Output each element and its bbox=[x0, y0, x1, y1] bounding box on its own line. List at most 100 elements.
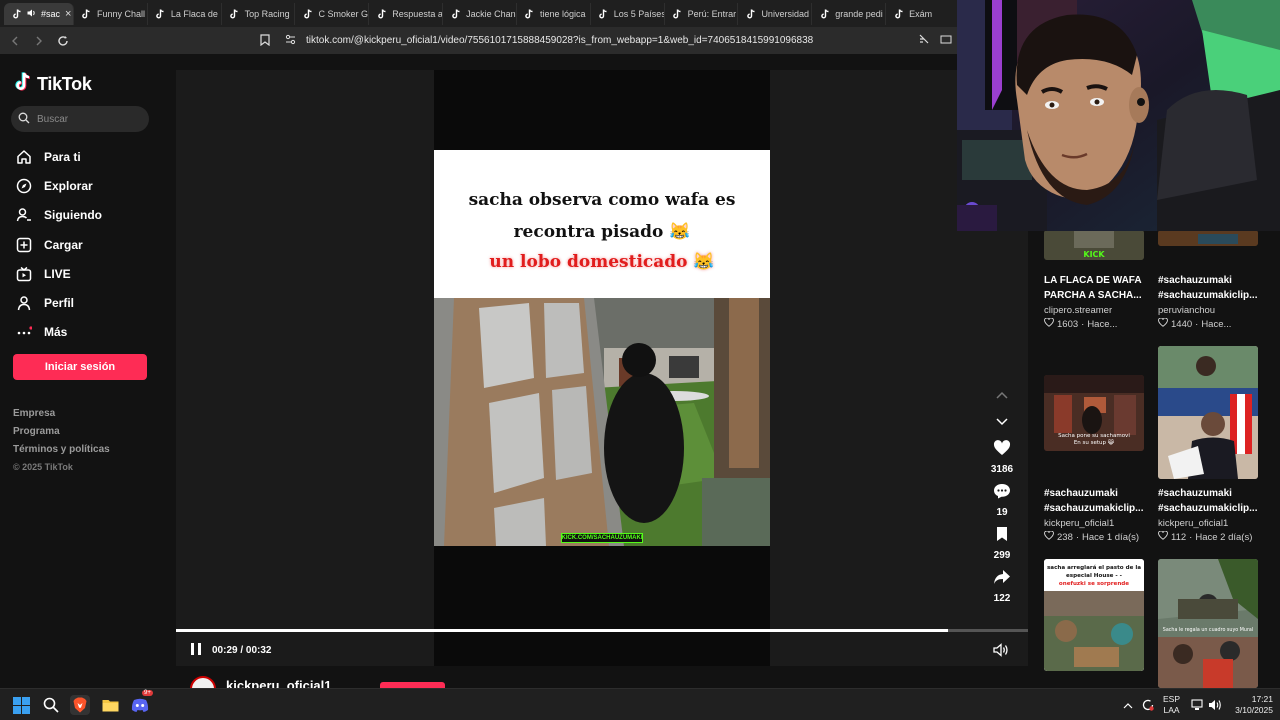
browser-tab[interactable]: grande pedi bbox=[812, 2, 887, 25]
back-icon[interactable] bbox=[8, 34, 22, 48]
sidebar-item-para-ti[interactable]: Para ti bbox=[15, 142, 102, 171]
video-progress-bar[interactable] bbox=[176, 629, 1028, 632]
volume-icon[interactable] bbox=[993, 643, 1009, 662]
browser-tab[interactable]: Top Racing bbox=[222, 2, 296, 25]
taskbar-search-icon[interactable] bbox=[41, 695, 61, 715]
browser-tab[interactable]: Perú: Entrar bbox=[665, 2, 739, 25]
search-input[interactable]: Buscar bbox=[11, 106, 149, 132]
footer-link-terminos[interactable]: Términos y políticas bbox=[13, 444, 110, 462]
close-tab-icon[interactable]: × bbox=[65, 8, 71, 20]
url-text[interactable]: tiktok.com/@kickperu_oficial1/video/7556… bbox=[306, 35, 813, 46]
prev-video-icon[interactable] bbox=[996, 386, 1008, 404]
tiktok-tab-icon bbox=[451, 8, 461, 19]
browser-tab[interactable]: C Smoker G bbox=[295, 2, 370, 25]
like-count: 3186 bbox=[990, 464, 1014, 475]
list-item[interactable]: #sachauzumaki #sachauzumakiclip... peruv… bbox=[1158, 273, 1262, 330]
tiktok-tab-icon bbox=[894, 8, 904, 19]
sidebar-item-explorar[interactable]: Explorar bbox=[15, 171, 102, 200]
tiktok-logo[interactable]: TikTok bbox=[15, 72, 92, 97]
sidebar-footer: Empresa Programa Términos y políticas © … bbox=[13, 408, 110, 480]
address-bar[interactable]: tiktok.com/@kickperu_oficial1/video/7556… bbox=[285, 31, 985, 50]
video-thumbnail[interactable] bbox=[1158, 230, 1258, 246]
tab-label: La Flaca de bbox=[170, 8, 218, 19]
search-placeholder: Buscar bbox=[37, 113, 69, 125]
sidebar-item-label: Perfil bbox=[44, 296, 75, 311]
video-thumbnail[interactable]: Sacha le regala un cuadro suyo Mural bbox=[1158, 559, 1258, 688]
browser-tab[interactable]: Funny Chall bbox=[74, 2, 148, 25]
footer-link-empresa[interactable]: Empresa bbox=[13, 408, 110, 426]
comment-action[interactable]: 19 bbox=[993, 483, 1011, 518]
sidebar-item-live[interactable]: LIVE bbox=[15, 259, 102, 288]
like-action[interactable]: 3186 bbox=[991, 440, 1013, 475]
browser-tab[interactable]: Exám bbox=[886, 2, 960, 25]
card-title-1: #sachauzumaki bbox=[1158, 275, 1232, 286]
browser-tab[interactable]: Respuesta a bbox=[369, 2, 444, 25]
video-thumbnail[interactable]: Sacha pone su sachamovi En su setup 😹 bbox=[1044, 375, 1144, 451]
video-caption-panel: sacha observa como wafa es recontra pisa… bbox=[434, 150, 770, 298]
thumb-caption: Sacha le regala un cuadro suyo Mural bbox=[1163, 627, 1253, 633]
tiktok-tab-icon bbox=[377, 8, 387, 19]
list-item[interactable]: #sachauzumaki #sachauzumakiclip... kickp… bbox=[1158, 486, 1262, 543]
meta-separator: · bbox=[1195, 318, 1199, 330]
card-title-1: #sachauzumaki bbox=[1158, 488, 1232, 499]
speaker-icon[interactable] bbox=[1205, 695, 1225, 715]
brave-browser-icon[interactable] bbox=[70, 695, 90, 715]
sidebar-item-cargar[interactable]: Cargar bbox=[15, 230, 102, 259]
clock[interactable]: 17:21 3/10/2025 bbox=[1227, 694, 1273, 716]
tab-label: Jackie Chan bbox=[466, 8, 516, 19]
file-explorer-icon[interactable] bbox=[100, 695, 120, 715]
browser-tab[interactable]: Los 5 Países bbox=[591, 2, 665, 25]
forward-icon[interactable] bbox=[32, 34, 46, 48]
reader-off-icon[interactable] bbox=[918, 32, 930, 50]
list-item[interactable]: #sachauzumaki #sachauzumakiclip... kickp… bbox=[1044, 486, 1148, 543]
footer-link-programa[interactable]: Programa bbox=[13, 426, 110, 444]
card-title-1: #sachauzumaki bbox=[1044, 488, 1118, 499]
tiktok-tab-icon bbox=[230, 8, 240, 19]
save-count: 299 bbox=[993, 550, 1011, 561]
list-item[interactable]: LA FLACA DE WAFA PARCHA A SACHA... clipe… bbox=[1044, 273, 1148, 330]
site-info-icon[interactable] bbox=[285, 34, 296, 48]
input-language[interactable]: ESP LAA bbox=[1163, 694, 1180, 716]
live-tv-icon bbox=[15, 265, 32, 282]
card-title-2: PARCHA A SACHA... bbox=[1044, 290, 1142, 301]
card-age: Hace 1 día(s) bbox=[1082, 531, 1140, 543]
sidebar-item-mas[interactable]: Más bbox=[15, 318, 102, 347]
save-action[interactable]: 299 bbox=[993, 526, 1011, 561]
bookmark-icon[interactable] bbox=[258, 33, 272, 47]
pause-icon[interactable] bbox=[190, 642, 202, 659]
card-author: kickperu_oficial1 bbox=[1044, 518, 1115, 529]
video-thumbnail[interactable]: sacha arreglará el pasto de la especial … bbox=[1044, 559, 1144, 671]
browser-tab[interactable]: Jackie Chan bbox=[443, 2, 517, 25]
sidebar-item-perfil[interactable]: Perfil bbox=[15, 288, 102, 317]
share-action[interactable]: 122 bbox=[993, 569, 1011, 604]
clock-time: 17:21 bbox=[1251, 694, 1273, 704]
time-display: 00:29 / 00:32 bbox=[212, 645, 272, 656]
upload-plus-icon bbox=[15, 236, 32, 253]
sidebar-item-label: Cargar bbox=[44, 237, 83, 252]
logo-text: TikTok bbox=[37, 74, 92, 94]
clock-date: 3/10/2025 bbox=[1235, 705, 1273, 715]
video-thumbnail[interactable]: KICK bbox=[1044, 230, 1144, 260]
windows-start-icon[interactable] bbox=[11, 695, 31, 715]
browser-tab[interactable]: Universidad bbox=[738, 2, 813, 25]
speaker-tab-icon[interactable] bbox=[27, 9, 36, 19]
video-thumbnail[interactable] bbox=[1158, 346, 1258, 479]
screenshot-icon[interactable] bbox=[940, 32, 952, 50]
sidebar-item-label: LIVE bbox=[44, 266, 71, 281]
discord-icon[interactable]: 9+ bbox=[130, 690, 153, 715]
login-button[interactable]: Iniciar sesión bbox=[13, 354, 147, 380]
chevron-up-icon[interactable] bbox=[1118, 695, 1138, 715]
card-meta: 238 · Hace 1 día(s) bbox=[1044, 530, 1148, 543]
card-title-2: #sachauzumakiclip... bbox=[1158, 290, 1258, 301]
watermark: KICK.COM/SACHAUZUMAKI bbox=[561, 533, 643, 543]
video-player[interactable]: sacha observa como wafa es recontra pisa… bbox=[176, 70, 1028, 666]
browser-tab[interactable]: tiene lógica bbox=[517, 2, 591, 25]
reload-icon[interactable] bbox=[56, 34, 70, 48]
sync-icon[interactable] bbox=[1138, 695, 1158, 715]
comment-icon bbox=[993, 483, 1011, 504]
browser-tab[interactable]: #sac × bbox=[4, 2, 74, 25]
next-video-icon[interactable] bbox=[996, 413, 1008, 431]
browser-tab[interactable]: La Flaca de bbox=[148, 2, 222, 25]
sidebar-item-siguiendo[interactable]: Siguiendo bbox=[15, 201, 102, 230]
address-actions bbox=[918, 32, 952, 50]
